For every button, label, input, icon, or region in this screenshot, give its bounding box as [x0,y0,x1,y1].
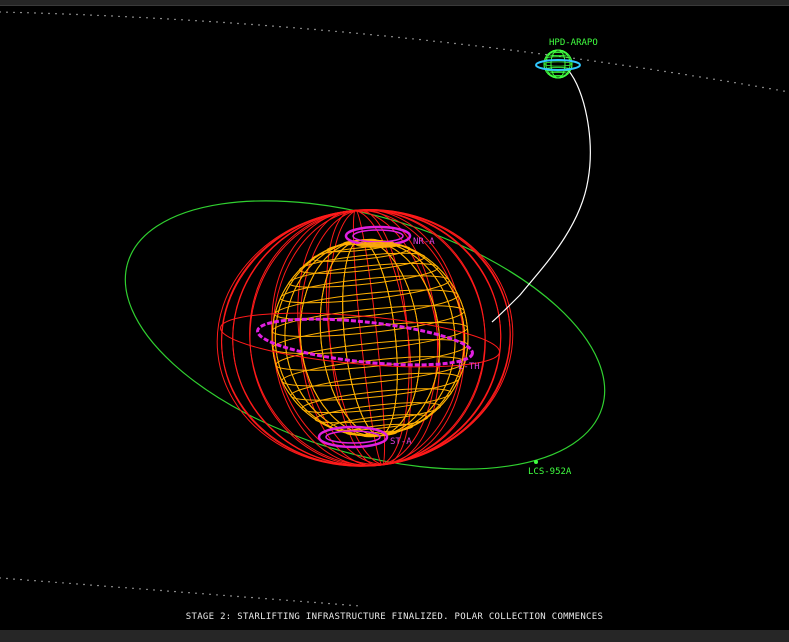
south-ring-label: ST-A [390,437,412,447]
simulation-viewport[interactable]: HPD-ARAPO LCS-952A NR-A E-TH ST-A STAGE … [0,0,789,642]
stage-caption: STAGE 2: STARLIFTING INFRASTRUCTURE FINA… [185,612,604,622]
station-label: HPD-ARAPO [549,38,598,48]
tether-line [491,69,591,323]
bottom-frame-bar [0,630,789,642]
orbital-scene: HPD-ARAPO LCS-952A NR-A E-TH ST-A [0,11,785,607]
distant-orbit-path-lower [0,577,358,607]
north-ring-label: NR-A [413,237,435,247]
polar-orbit-shell [216,209,514,467]
collector-marker[interactable] [534,460,538,464]
collector-label: LCS-952A [528,467,572,477]
distant-orbit-path-upper [0,11,785,92]
equator-ring-label: E-TH [458,362,480,372]
station-planet[interactable] [535,49,581,79]
